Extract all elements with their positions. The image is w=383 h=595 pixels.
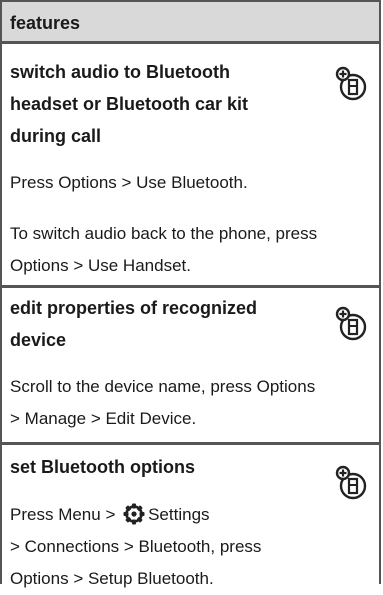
text: >: [100, 505, 121, 524]
text: .: [208, 569, 214, 588]
menu-term: Menu: [58, 505, 101, 524]
bluetooth-feature-icon: [335, 306, 367, 341]
menu-term: Setup Bluetooth: [87, 569, 209, 588]
section-divider: [2, 442, 379, 445]
paragraph-line: > Connections > Bluetooth, press: [10, 531, 261, 563]
text: Press: [10, 505, 59, 524]
text: .: [242, 173, 248, 192]
text: >: [116, 173, 137, 192]
section-divider: [2, 285, 379, 288]
text: Scroll to the device name, press: [10, 377, 257, 396]
table-title: features: [10, 13, 81, 33]
text: >: [119, 537, 139, 556]
menu-term: Options: [58, 173, 117, 192]
text: Press: [10, 173, 59, 192]
features-table: features switch audio to Bluetooth heads…: [0, 0, 381, 588]
text: >: [10, 537, 25, 556]
paragraph-line: To switch audio back to the phone, press: [10, 218, 317, 250]
menu-term: Use Bluetooth: [136, 173, 243, 192]
paragraph-line: Press Options > Use Bluetooth.: [10, 167, 248, 199]
table-header: features: [2, 0, 379, 44]
menu-term: Bluetooth: [138, 537, 211, 556]
menu-term: Edit Device: [105, 409, 192, 428]
text: .: [191, 409, 197, 428]
section-heading-line: edit properties of recognized: [10, 298, 258, 318]
bluetooth-feature-icon: [335, 66, 367, 101]
menu-term: Use Handset: [87, 256, 187, 275]
paragraph-line: > Manage > Edit Device.: [10, 403, 196, 435]
settings-gear-icon: [123, 503, 145, 525]
text: , press: [210, 537, 262, 556]
section-heading-line: headset or Bluetooth car kit: [10, 94, 249, 114]
paragraph-line: Scroll to the device name, press Options: [10, 371, 315, 403]
section-heading-line: device: [10, 330, 67, 350]
section-heading-line: switch audio to Bluetooth: [10, 62, 230, 82]
paragraph-line: Options > Use Handset.: [10, 250, 191, 282]
menu-term: Options: [10, 256, 69, 275]
text: >: [10, 409, 25, 428]
bluetooth-feature-icon: [335, 465, 367, 500]
menu-term: Options: [256, 377, 316, 396]
menu-term: Options: [10, 569, 69, 588]
text: To switch audio back to the phone, press: [10, 224, 318, 243]
section-heading-line: set Bluetooth options: [10, 457, 195, 477]
section-heading-line: during call: [10, 126, 102, 146]
menu-term: Connections: [24, 537, 120, 556]
menu-term: Manage: [24, 409, 87, 428]
paragraph-line: Options > Setup Bluetooth.: [10, 563, 214, 595]
text: >: [86, 409, 106, 428]
text: >: [68, 569, 88, 588]
paragraph-line: Press Menu > Settings: [10, 499, 210, 531]
menu-term: Settings: [148, 505, 210, 524]
text: .: [186, 256, 191, 275]
text: >: [68, 256, 88, 275]
